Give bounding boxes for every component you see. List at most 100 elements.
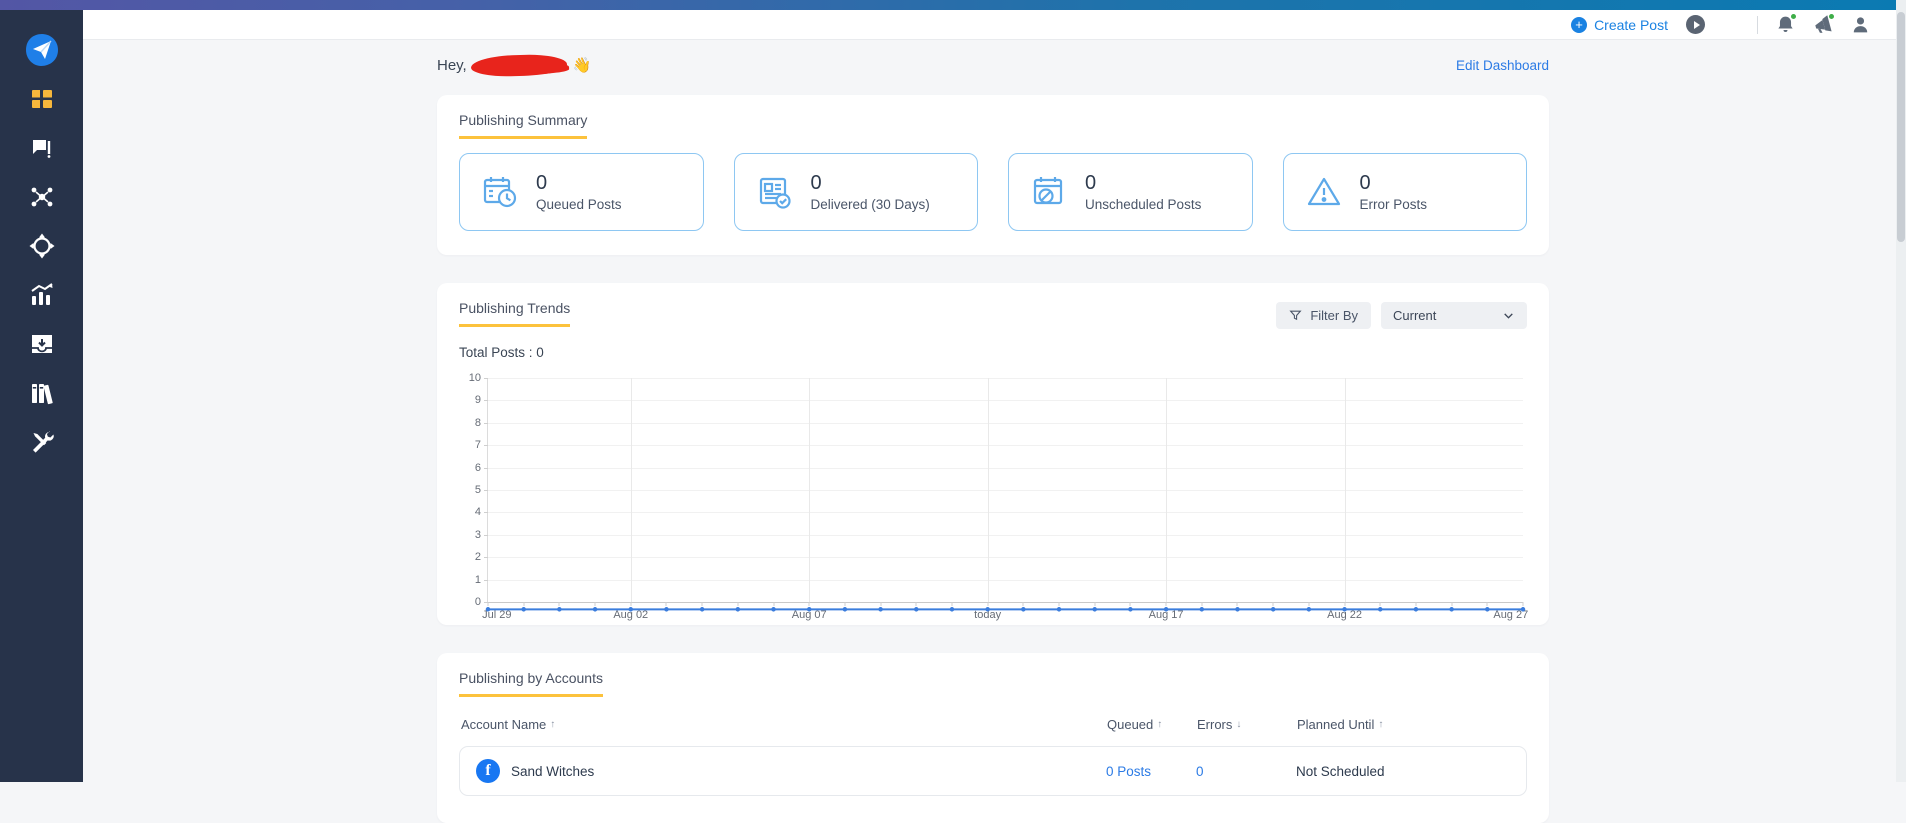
data-point	[700, 607, 705, 612]
sort-asc-icon: ↑	[550, 719, 555, 730]
chevron-down-icon	[1502, 309, 1515, 322]
y-axis-tick-label: 1	[475, 574, 481, 586]
announcement-badge	[1828, 13, 1835, 20]
y-axis-tick-label: 6	[475, 462, 481, 474]
data-point	[1092, 607, 1097, 612]
notifications-bell-icon[interactable]	[1776, 15, 1795, 34]
error-posts-card[interactable]: 0 Error Posts	[1283, 153, 1528, 231]
chart-plot-area: 012345678910Jul 29Aug 02Aug 07todayAug 1…	[487, 378, 1523, 603]
media-library-icon[interactable]	[22, 373, 62, 413]
apps-grid-icon[interactable]	[1723, 17, 1739, 33]
sort-desc-icon: ↓	[1236, 719, 1241, 730]
dashboard-grid-icon[interactable]	[22, 79, 62, 119]
unscheduled-posts-label: Unscheduled Posts	[1085, 197, 1201, 212]
edit-dashboard-link[interactable]: Edit Dashboard	[1456, 58, 1549, 73]
planned-until-value: Not Scheduled	[1296, 764, 1526, 779]
publishing-by-accounts-card: Publishing by Accounts Account Name↑ Que…	[437, 653, 1549, 823]
page-scrollbar	[1896, 0, 1906, 782]
y-axis-tick-label: 10	[469, 372, 481, 384]
y-axis-tick-label: 8	[475, 417, 481, 429]
notification-badge	[1790, 13, 1797, 20]
filter-by-label: Filter By	[1310, 308, 1358, 323]
account-cell: f Sand Witches	[476, 759, 1106, 783]
publishing-summary-title: Publishing Summary	[459, 112, 587, 139]
accounts-table-body: f Sand Witches 0 Posts 0 Not Scheduled	[459, 746, 1527, 796]
discover-compass-icon[interactable]	[22, 226, 62, 266]
announcements-megaphone-icon[interactable]	[1813, 15, 1833, 35]
inbox-tray-icon[interactable]	[22, 324, 62, 364]
analytics-chart-icon[interactable]	[22, 275, 62, 315]
data-point	[985, 607, 990, 612]
data-point	[1021, 607, 1026, 612]
data-point	[628, 607, 633, 612]
chat-compose-icon[interactable]	[22, 128, 62, 168]
total-posts-label: Total Posts : 0	[459, 345, 1527, 360]
greeting-row: Hey, 👋 Edit Dashboard	[437, 52, 1549, 78]
social-network-icon[interactable]	[22, 177, 62, 217]
delivered-posts-value: 0	[811, 172, 930, 195]
plus-circle-icon: +	[1571, 17, 1587, 33]
data-point	[1235, 607, 1240, 612]
calendar-slash-icon	[1029, 172, 1069, 212]
column-account-name[interactable]: Account Name↑	[461, 717, 1107, 732]
data-point	[843, 607, 848, 612]
errors-link[interactable]: 0	[1196, 764, 1296, 779]
data-point	[950, 607, 955, 612]
funnel-icon	[1289, 309, 1302, 322]
y-axis-tick-label: 9	[475, 394, 481, 406]
data-point	[1449, 607, 1454, 612]
data-point	[1414, 607, 1419, 612]
y-axis-tick-label: 7	[475, 439, 481, 451]
filter-by-button[interactable]: Filter By	[1276, 302, 1371, 329]
publishing-trends-chart: 012345678910Jul 29Aug 02Aug 07todayAug 1…	[459, 370, 1527, 632]
y-axis-tick-label: 2	[475, 551, 481, 563]
scrollbar-thumb[interactable]	[1897, 12, 1905, 242]
trend-line-series	[488, 378, 1523, 611]
data-point	[1307, 607, 1312, 612]
greeting-text: Hey,	[437, 57, 467, 74]
data-point	[1378, 607, 1383, 612]
unscheduled-posts-card[interactable]: 0 Unscheduled Posts	[1008, 153, 1253, 231]
range-select[interactable]: Current	[1381, 302, 1527, 329]
document-check-icon	[755, 172, 795, 212]
header-divider	[1757, 16, 1758, 34]
data-point	[1128, 607, 1133, 612]
paper-plane-logo-icon[interactable]	[22, 30, 62, 70]
y-axis-tick-label: 0	[475, 596, 481, 608]
data-point	[914, 607, 919, 612]
summary-cards-row: 0 Queued Posts 0 Delivered (30 Days)	[459, 153, 1527, 231]
queued-posts-link[interactable]: 0 Posts	[1106, 764, 1196, 779]
data-point	[736, 607, 741, 612]
column-planned-until[interactable]: Planned Until↑	[1297, 717, 1527, 732]
main-content: Hey, 👋 Edit Dashboard Publishing Summary…	[83, 40, 1896, 782]
error-posts-label: Error Posts	[1360, 197, 1428, 212]
y-axis-tick-label: 4	[475, 506, 481, 518]
play-circle-icon[interactable]	[1686, 15, 1705, 34]
data-point	[1271, 607, 1276, 612]
publishing-summary-card: Publishing Summary 0 Queued Posts	[437, 95, 1549, 255]
data-point	[771, 607, 776, 612]
warning-triangle-icon	[1304, 172, 1344, 212]
data-point	[1200, 607, 1205, 612]
create-post-button[interactable]: + Create Post	[1571, 17, 1668, 33]
queued-posts-card[interactable]: 0 Queued Posts	[459, 153, 704, 231]
create-post-label: Create Post	[1594, 17, 1668, 33]
data-point	[486, 607, 491, 612]
range-selected-value: Current	[1393, 308, 1436, 323]
top-gradient-strip	[0, 0, 1896, 10]
queued-posts-label: Queued Posts	[536, 197, 622, 212]
user-profile-icon[interactable]	[1851, 15, 1870, 34]
data-point	[807, 607, 812, 612]
delivered-posts-card[interactable]: 0 Delivered (30 Days)	[734, 153, 979, 231]
sidebar	[0, 10, 83, 782]
column-errors[interactable]: Errors↓	[1197, 717, 1297, 732]
unscheduled-posts-value: 0	[1085, 172, 1201, 195]
accounts-table-header: Account Name↑ Queued↑ Errors↓ Planned Un…	[459, 717, 1527, 732]
column-queued[interactable]: Queued↑	[1107, 717, 1197, 732]
tools-wrench-icon[interactable]	[22, 422, 62, 462]
table-row: f Sand Witches 0 Posts 0 Not Scheduled	[460, 747, 1526, 795]
publishing-trends-card: Publishing Trends Filter By Current Tota…	[437, 283, 1549, 625]
y-axis-tick-label: 3	[475, 529, 481, 541]
publishing-by-accounts-title: Publishing by Accounts	[459, 670, 603, 697]
data-point	[593, 607, 598, 612]
